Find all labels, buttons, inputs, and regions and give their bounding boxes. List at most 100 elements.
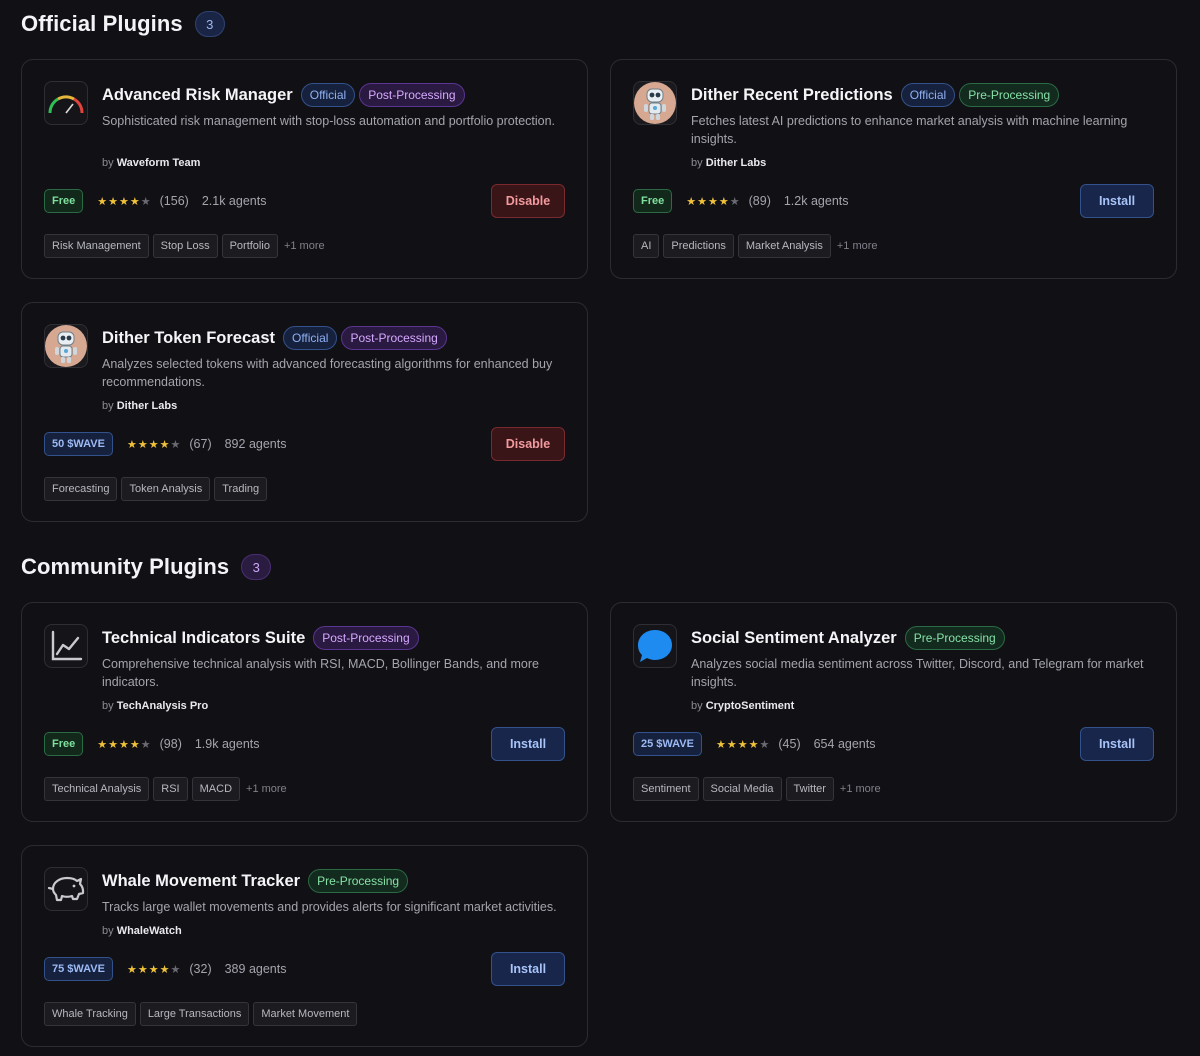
tag: Technical Analysis <box>44 777 150 801</box>
star-icon: ★ <box>97 195 108 208</box>
agent-count: 2.1k agents <box>201 194 267 208</box>
author-by-label: by <box>102 700 114 712</box>
star-icon: ★ <box>140 738 151 751</box>
title-row: Whale Movement Tracker Pre-Processing <box>102 868 412 894</box>
star-icon: ★ <box>108 195 118 208</box>
plugin-author: by Dither Labs <box>102 400 177 412</box>
section-header: Community Plugins 3 <box>21 552 1178 582</box>
tag: Portfolio <box>221 234 278 258</box>
install-button[interactable]: Install <box>491 727 565 761</box>
author-name: Dither Labs <box>705 157 767 169</box>
star-icon: ★ <box>119 195 129 208</box>
price-badge: Free <box>633 189 673 213</box>
agent-count: 654 agents <box>813 737 876 751</box>
title-row: Technical Indicators Suite Post-Processin… <box>102 625 423 651</box>
robot-icon <box>44 324 88 368</box>
plugin-description: Fetches latest AI predictions to enhance… <box>691 114 1128 146</box>
star-icon: ★ <box>686 195 697 208</box>
plugin-description: Comprehensive technical analysis with RS… <box>102 657 539 689</box>
star-icon: ★ <box>737 738 748 751</box>
more-tags-link[interactable]: +1 more <box>246 783 287 795</box>
star-icon: ★ <box>129 738 140 751</box>
line-chart-icon <box>44 624 88 668</box>
section-header: Official Plugins 3 <box>21 9 1178 39</box>
plugin-title: Dither Token Forecast <box>102 328 275 347</box>
more-tags-link[interactable]: +1 more <box>840 783 881 795</box>
tag-list: Technical Analysis RSI MACD +1 more <box>44 777 287 801</box>
tag-list: Forecasting Token Analysis Trading <box>44 477 271 501</box>
plugin-card: Whale Movement Tracker Pre-Processing Trac… <box>21 845 588 1047</box>
agent-count: 1.2k agents <box>783 194 849 208</box>
star-icon: ★ <box>159 963 170 976</box>
review-count: (98) <box>159 737 182 751</box>
plugin-author: by Waveform Team <box>102 157 200 169</box>
rating-stars: ★ ★ ★ ★ ★ <box>97 738 151 751</box>
install-button[interactable]: Install <box>1080 727 1154 761</box>
plugin-title: Technical Indicators Suite <box>102 628 306 647</box>
star-icon: ★ <box>729 195 740 208</box>
star-icon: ★ <box>697 195 707 208</box>
tag: Large Transactions <box>139 1002 250 1026</box>
plugin-card: Social Sentiment Analyzer Pre-Processing A… <box>610 602 1177 822</box>
more-tags-link[interactable]: +1 more <box>837 240 878 252</box>
title-row: Dither Recent Predictions Official Pre-Pro… <box>691 82 1063 108</box>
rating-stars: ★ ★ ★ ★ ★ <box>716 738 770 751</box>
price-badge: Free <box>44 189 84 213</box>
meta-row: Free ★ ★ ★ ★ ★ (89) 1.2k agents <box>633 188 849 214</box>
agent-count: 1.9k agents <box>194 737 260 751</box>
tag: Trading <box>214 477 268 501</box>
meta-row: Free ★ ★ ★ ★ ★ (98) 1.9k agents <box>44 731 260 757</box>
plugin-card: Advanced Risk Manager Official Post-Proces… <box>21 59 588 279</box>
star-icon: ★ <box>726 738 737 751</box>
official-badge: Official <box>900 83 956 107</box>
star-icon: ★ <box>148 438 159 451</box>
pre-processing-badge: Pre-Processing <box>959 83 1060 107</box>
tag: Token Analysis <box>121 477 211 501</box>
disable-button[interactable]: Disable <box>491 427 565 461</box>
review-count: (89) <box>748 194 771 208</box>
install-button[interactable]: Install <box>491 952 565 986</box>
count-badge: 3 <box>194 11 225 37</box>
piggy-bank-icon <box>44 867 88 911</box>
title-row: Advanced Risk Manager Official Post-Proces… <box>102 82 469 108</box>
more-tags-link[interactable]: +1 more <box>284 240 325 252</box>
star-icon: ★ <box>97 738 108 751</box>
post-processing-badge: Post-Processing <box>341 326 447 350</box>
pre-processing-badge: Pre-Processing <box>904 626 1005 650</box>
tag: Risk Management <box>44 234 149 258</box>
count-badge: 3 <box>241 554 272 580</box>
plugin-title: Social Sentiment Analyzer <box>691 628 897 647</box>
tag: Stop Loss <box>152 234 218 258</box>
rating-stars: ★ ★ ★ ★ ★ <box>686 195 740 208</box>
post-processing-badge: Post-Processing <box>313 626 419 650</box>
meta-row: 75 $WAVE ★ ★ ★ ★ ★ (32) 389 agents <box>44 956 286 982</box>
plugin-description: Tracks large wallet movements and provid… <box>102 900 557 914</box>
star-icon: ★ <box>127 438 137 451</box>
star-icon: ★ <box>119 738 129 751</box>
tag-list: Sentiment Social Media Twitter +1 more <box>633 777 881 801</box>
tag: AI <box>633 234 660 258</box>
tag: Market Analysis <box>737 234 831 258</box>
plugin-author: by TechAnalysis Pro <box>102 700 208 712</box>
star-icon: ★ <box>137 963 148 976</box>
gauge-icon <box>44 81 88 125</box>
star-icon: ★ <box>140 195 151 208</box>
tag-list: Whale Tracking Large Transactions Market M… <box>44 1002 361 1026</box>
tag: Twitter <box>785 777 834 801</box>
title-row: Social Sentiment Analyzer Pre-Processing <box>691 625 1009 651</box>
star-icon: ★ <box>748 738 759 751</box>
plugin-title: Advanced Risk Manager <box>102 85 293 104</box>
review-count: (32) <box>189 962 212 976</box>
tag: Social Media <box>702 777 782 801</box>
disable-button[interactable]: Disable <box>491 184 565 218</box>
star-icon: ★ <box>127 963 137 976</box>
agent-count: 892 agents <box>224 437 287 451</box>
author-by-label: by <box>102 925 114 937</box>
author-name: Dither Labs <box>116 400 178 412</box>
plugin-card: Technical Indicators Suite Post-Processin… <box>21 602 588 822</box>
author-by-label: by <box>691 700 703 712</box>
official-plugins-section: Official Plugins 3 Advanced Risk Manager… <box>21 9 1178 529</box>
review-count: (45) <box>778 737 801 751</box>
install-button[interactable]: Install <box>1080 184 1154 218</box>
price-badge: 50 $WAVE <box>44 432 113 456</box>
